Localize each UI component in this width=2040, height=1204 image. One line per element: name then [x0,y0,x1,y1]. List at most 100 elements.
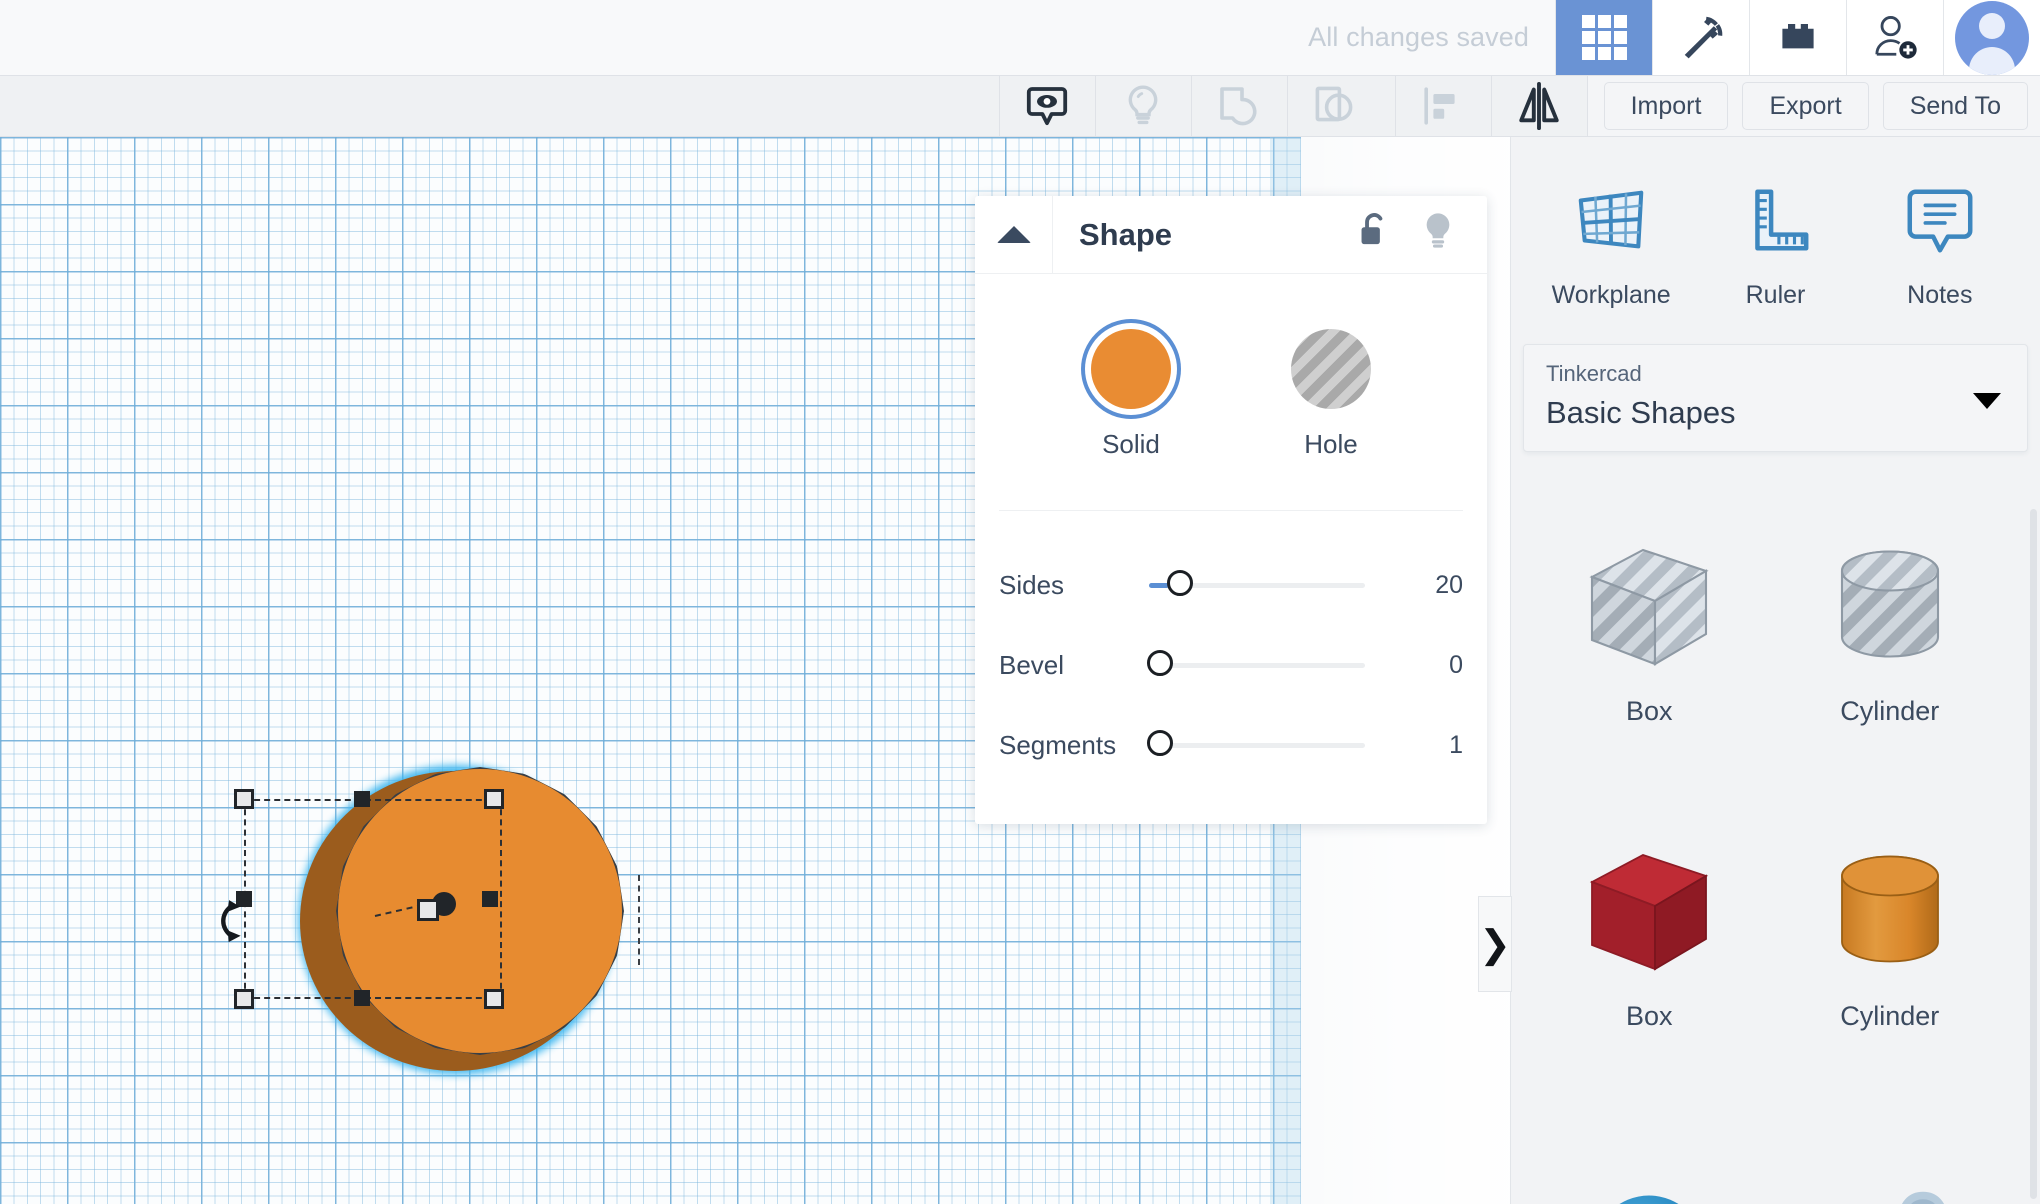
solid-swatch-label: Solid [1102,429,1160,459]
dropdown-main-label: Basic Shapes [1546,395,1736,430]
segments-slider-thumb[interactable] [1147,730,1173,756]
shape-item-solid-box[interactable]: Box [1529,745,1770,1050]
avatar [1955,0,2029,75]
shape-parameter-rows: Sides 20 Bevel 0 Segments 1 [975,511,1487,785]
bevel-label: Bevel [999,649,1065,680]
segments-slider-track [1149,743,1365,748]
hole-pattern-circle [1291,329,1371,409]
chevron-down-icon [1973,393,2001,409]
align-icon [1424,87,1455,125]
parameter-row-bevel: Bevel 0 [999,625,1463,705]
notes-tool[interactable]: Notes [1865,182,2015,310]
shape-library-dropdown[interactable]: Tinkercad Basic Shapes [1523,344,2028,452]
shapes-side-panel: Workplane Ruler Notes Tinkercad Basic Sh… [1510,137,2040,1204]
solid-color-circle [1091,329,1171,409]
resize-handle-top-left[interactable] [234,789,254,809]
user-avatar-button[interactable] [1943,0,2040,75]
workplane-icon [1578,190,1644,249]
pickaxe-icon [1684,16,1723,58]
shape-item-solid-cylinder[interactable]: Cylinder [1770,745,2011,1050]
ruler-icon [1755,189,1809,251]
segments-value[interactable]: 1 [1393,731,1463,760]
view-note-button[interactable] [998,76,1095,136]
ungroup-button[interactable] [1286,76,1383,136]
invite-user-button[interactable] [1846,0,1943,75]
eye-note-icon [1026,87,1068,126]
lightbulb-icon[interactable] [1419,209,1457,260]
resize-handle-bottom-right[interactable] [484,989,504,1009]
toolbar-actions: Import Export Send To [1586,76,2040,136]
unlocked-padlock-icon[interactable] [1355,210,1393,259]
ungroup-shapes-icon [1315,86,1353,122]
shape-library-grid[interactable]: Box Cylinder Box Cylinder [1511,492,2028,1204]
panel-tools-row: Workplane Ruler Notes [1511,137,2040,344]
group-shapes-icon [1220,87,1257,126]
ruler-tool-label: Ruler [1745,281,1806,309]
shape-inspector-panel: Shape Solid Hole Sides 20 Bevel 0 Segmen… [975,195,1487,824]
shape-panel-collapse-button[interactable] [975,195,1053,274]
shape-item-scribble[interactable] [1770,1050,2011,1204]
solid-cylinder-art [1815,791,1965,987]
scribble-art [1815,1127,1965,1204]
shape-panel-icons [1355,209,1487,260]
panel-toggle-button[interactable]: ❯ [1478,896,1512,992]
solid-swatch[interactable]: Solid [1091,329,1171,460]
selected-object[interactable] [221,747,700,1107]
rotate-arrow-icon[interactable] [214,892,264,957]
shape-panel-header: Shape [975,195,1487,274]
sides-slider-thumb[interactable] [1167,570,1193,596]
shape-grid-scrollbar[interactable] [2030,509,2037,1199]
segments-label: Segments [999,729,1117,760]
bevel-slider-track [1149,663,1365,668]
sides-label: Sides [999,569,1065,600]
align-button[interactable] [1394,76,1491,136]
saved-status: All changes saved [1308,22,1529,52]
hole-cylinder-label: Cylinder [1840,696,1940,726]
add-person-icon [1875,15,1917,59]
pickaxe-button[interactable] [1652,0,1749,75]
ruler-tool[interactable]: Ruler [1700,182,1850,310]
solid-box-label: Box [1625,1001,1673,1031]
mirror-button[interactable] [1490,76,1587,136]
bevel-value[interactable]: 0 [1393,651,1463,680]
resize-handle-top-mid[interactable] [354,791,370,807]
resize-handle-bottom-left[interactable] [234,989,254,1009]
bevel-slider-thumb[interactable] [1147,650,1173,676]
bounding-box [244,799,502,999]
sides-value[interactable]: 20 [1393,571,1463,600]
export-button[interactable]: Export [1742,82,1869,130]
chevron-right-icon: ❯ [1479,923,1511,966]
notes-tool-label: Notes [1907,281,1973,309]
resize-handle-right-mid[interactable] [482,891,498,907]
shape-panel-title: Shape [1079,216,1173,252]
resize-handle-top-right[interactable] [484,789,504,809]
segments-slider[interactable] [1147,730,1393,760]
sphere-art [1574,1127,1724,1204]
light-button[interactable] [1094,76,1191,136]
top-bar: All changes saved [0,0,2040,75]
dropdown-sub-label: Tinkercad [1546,361,1642,386]
shape-item-sphere[interactable] [1529,1050,1770,1204]
group-button[interactable] [1190,76,1287,136]
shape-item-hole-box[interactable]: Box [1529,492,1770,745]
lightbulb-icon [1128,85,1158,125]
toolbar-gap [1383,76,1395,136]
secondary-toolbar: Import Export Send To [0,75,2040,137]
sides-slider[interactable] [1149,570,1393,600]
workplane-tool[interactable]: Workplane [1536,182,1686,310]
import-button[interactable]: Import [1603,82,1729,130]
bevel-slider[interactable] [1147,650,1393,680]
resize-handle-bottom-mid[interactable] [354,990,370,1006]
dimension-marker [638,875,656,965]
grid-icon [1581,15,1627,60]
grid-view-button[interactable] [1555,0,1652,75]
shape-item-hole-cylinder[interactable]: Cylinder [1770,492,2011,745]
tinkercad-app: All changes saved Import Export Send To … [0,0,2040,1204]
hole-swatch[interactable]: Hole [1291,329,1371,460]
sides-slider-fill [1149,583,1169,588]
height-handle[interactable] [417,899,439,921]
send-to-button[interactable]: Send To [1882,82,2028,130]
brick-button[interactable] [1749,0,1846,75]
workplane-tool-label: Workplane [1551,281,1671,309]
